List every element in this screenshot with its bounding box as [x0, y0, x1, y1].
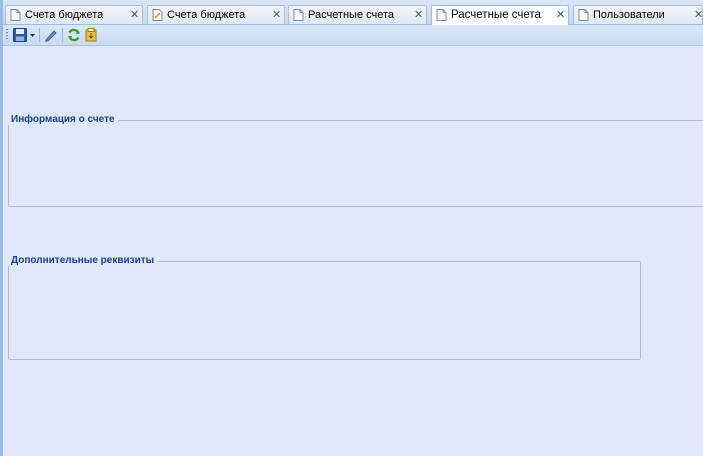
- close-icon[interactable]: ✕: [272, 9, 281, 21]
- save-icon[interactable]: [12, 27, 28, 43]
- extra-details-panel: [8, 261, 641, 360]
- document-icon: [293, 9, 304, 21]
- edit-pen-icon[interactable]: [43, 27, 59, 43]
- document-icon: [10, 9, 21, 21]
- tab-label: Пользователи: [593, 9, 665, 21]
- toolbar-separator: [62, 28, 63, 42]
- tab-budget-accounts-2[interactable]: Счета бюджета ✕: [147, 5, 285, 24]
- toolbar: [3, 25, 703, 46]
- tab-label: Расчетные счета: [308, 9, 395, 21]
- tab-settlement-accounts-2-active[interactable]: Расчетные счета ✕: [431, 5, 569, 25]
- close-icon[interactable]: ✕: [556, 9, 565, 21]
- tab-settlement-accounts-1[interactable]: Расчетные счета ✕: [288, 5, 427, 24]
- close-icon[interactable]: ✕: [414, 9, 423, 21]
- close-icon[interactable]: ✕: [694, 9, 703, 21]
- extra-details-title: Дополнительные реквизиты: [8, 255, 158, 266]
- toolbar-separator: [39, 28, 40, 42]
- tab-bar: Счета бюджета ✕ Счета бюджета ✕ Расчетны…: [3, 0, 703, 25]
- tab-label: Расчетные счета: [451, 9, 541, 21]
- tab-users[interactable]: Пользователи ✕: [573, 5, 703, 24]
- document-edit-icon: [152, 9, 163, 21]
- toolbar-grip[interactable]: [6, 29, 8, 41]
- document-icon: [578, 9, 589, 21]
- document-icon: [436, 9, 447, 21]
- tab-budget-accounts-1[interactable]: Счета бюджета ✕: [5, 5, 143, 24]
- account-info-panel: [8, 120, 703, 207]
- left-window-border: [0, 0, 3, 456]
- account-info-title: Информация о счете: [8, 114, 118, 125]
- tab-label: Счета бюджета: [25, 9, 104, 21]
- tab-label: Счета бюджета: [167, 9, 246, 21]
- close-icon[interactable]: ✕: [130, 9, 139, 21]
- export-icon[interactable]: [83, 27, 99, 43]
- refresh-icon[interactable]: [66, 27, 82, 43]
- dropdown-arrow-icon[interactable]: [29, 27, 36, 43]
